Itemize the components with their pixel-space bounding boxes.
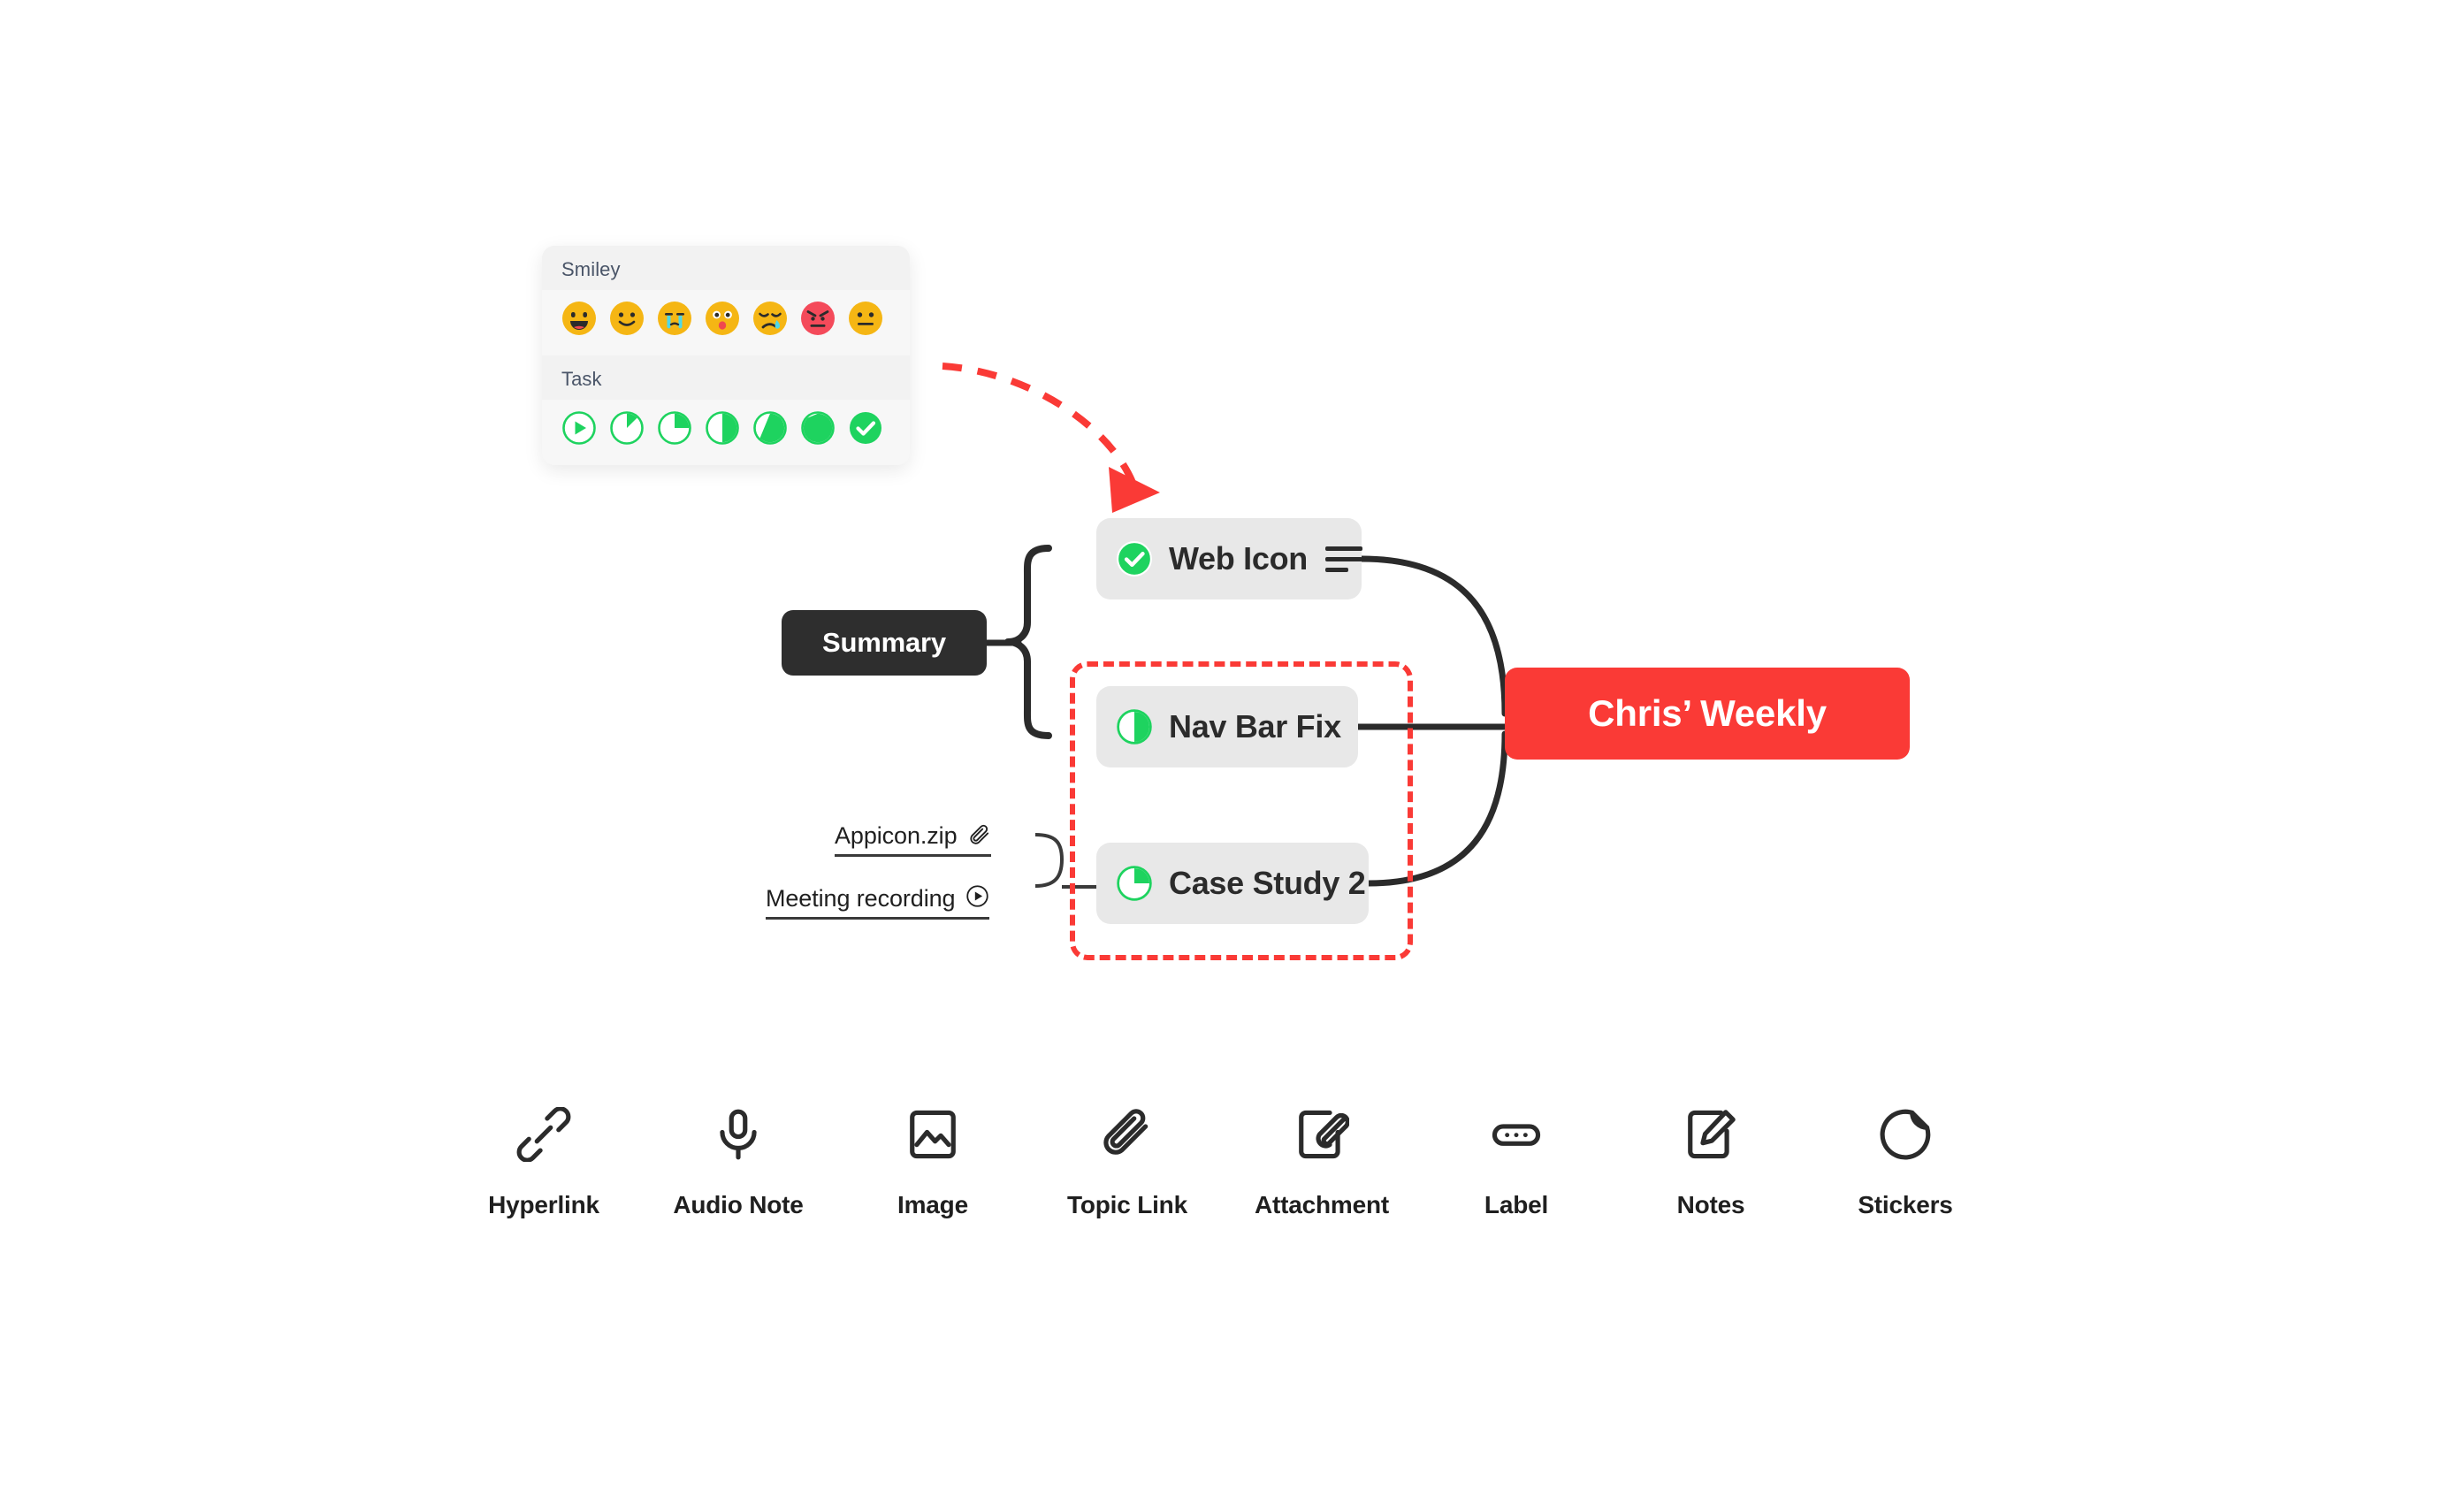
task-progress-12[interactable] [607,409,646,447]
toolbar-item-label: Audio Note [673,1191,804,1218]
summary-node[interactable]: Summary [782,610,987,676]
emoji-astonished[interactable] [703,299,742,338]
emoji-sad-tear[interactable] [751,299,790,338]
topic-node-label: Nav Bar Fix [1169,708,1341,745]
attachment-label: Appicon.zip [835,822,958,849]
topic-node-label: Web Icon [1169,540,1308,577]
central-topic-label: Chris’ Weekly [1588,692,1827,734]
toolbar-item-label: Notes [1676,1191,1745,1218]
task-start[interactable] [560,409,599,447]
toolbar-item-notes[interactable]: Notes [1614,1101,1808,1219]
toolbar-item-attachment[interactable]: Attachment [1225,1101,1419,1219]
central-topic-node[interactable]: Chris’ Weekly [1505,668,1910,760]
toolbar-item-topic-link[interactable]: Topic Link [1030,1101,1225,1219]
task-done[interactable] [846,409,885,447]
toolbar-item-hyperlink[interactable]: Hyperlink [446,1101,641,1219]
summary-node-label: Summary [822,627,946,658]
topic-node-nav-bar-fix[interactable]: Nav Bar Fix [1096,686,1358,767]
task-progress-50-icon [1116,708,1153,745]
attachment-meeting-recording[interactable]: Meeting recording [766,884,990,920]
play-circle-icon [965,884,989,913]
topic-node-label: Case Study 2 [1169,865,1366,901]
document-pencil-icon [1683,1101,1738,1168]
picker-section-title-task: Task [542,355,910,400]
emoji-neutral[interactable] [846,299,885,338]
task-progress-87[interactable] [798,409,837,447]
toolbar-item-label-text: Label [1484,1191,1549,1218]
topic-node-case-study-2[interactable]: Case Study 2 [1096,843,1369,924]
task-progress-25-icon [1116,865,1153,902]
mindmap-canvas: Smiley Task Web Icon Nav Bar Fix Case St… [0,0,2442,1512]
notes-indicator-icon[interactable] [1324,546,1362,572]
toolbar-item-label: Hyperlink [488,1191,599,1218]
task-progress-25[interactable] [655,409,694,447]
toolbar-item-label: Topic Link [1067,1191,1187,1218]
emoji-crying[interactable] [655,299,694,338]
emoji-smiling[interactable] [607,299,646,338]
paperclip-icon [1100,1101,1155,1168]
sticker-peel-icon [1878,1101,1933,1168]
paperclip-icon [968,822,991,850]
toolbar-item-label[interactable]: Label [1419,1101,1614,1219]
task-progress-50[interactable] [703,409,742,447]
label-pill-icon [1489,1101,1544,1168]
task-progress-62[interactable] [751,409,790,447]
emoji-angry[interactable] [798,299,837,338]
hyperlink-icon [516,1101,571,1168]
toolbar-item-label: Stickers [1858,1191,1953,1218]
topic-node-web-icon[interactable]: Web Icon [1096,518,1362,599]
toolbar-item-audio-note[interactable]: Audio Note [641,1101,836,1219]
task-row [542,400,910,465]
attachment-label: Meeting recording [766,884,956,912]
microphone-icon [711,1101,766,1168]
toolbar-item-label: Attachment [1254,1191,1389,1218]
toolbar-item-image[interactable]: Image [836,1101,1030,1219]
emoji-grinning[interactable] [560,299,599,338]
smiley-row [542,290,910,355]
image-icon [905,1101,960,1168]
toolbar-item-stickers[interactable]: Stickers [1808,1101,2003,1219]
sticker-picker-panel[interactable]: Smiley Task [542,246,910,465]
task-done-icon [1116,540,1153,577]
insert-toolbar: Hyperlink Audio Note Image Topic Link At… [446,1101,2003,1219]
toolbar-item-label: Image [897,1191,968,1218]
picker-section-title-smiley: Smiley [542,246,910,290]
attachment-appicon-zip[interactable]: Appicon.zip [835,822,991,857]
document-paperclip-icon [1294,1101,1349,1168]
